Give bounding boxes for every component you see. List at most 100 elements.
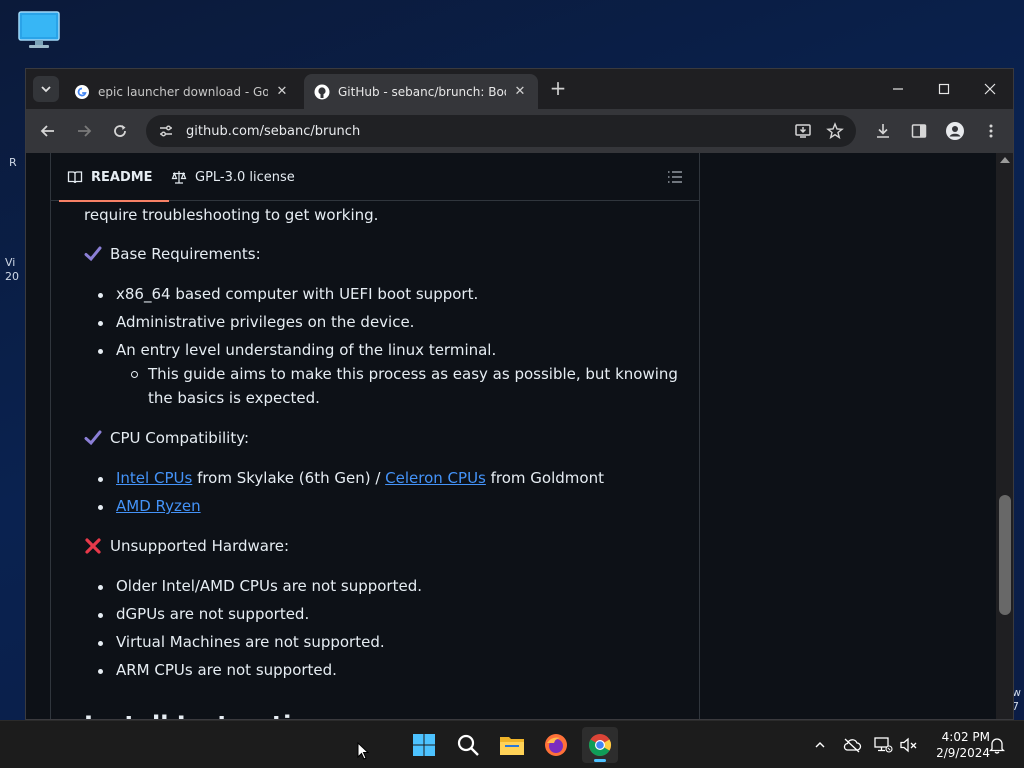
github-icon xyxy=(314,84,330,99)
close-window-button[interactable] xyxy=(967,75,1013,103)
notifications-button[interactable] xyxy=(987,735,1007,755)
chevron-up-icon xyxy=(815,742,825,748)
list-item: x86_64 based computer with UEFI boot sup… xyxy=(97,285,479,303)
site-info-icon[interactable] xyxy=(156,123,176,139)
onedrive-tray-button[interactable] xyxy=(842,735,862,755)
search-button[interactable] xyxy=(450,727,486,763)
more-vertical-icon xyxy=(989,124,993,138)
scrollbar-thumb[interactable] xyxy=(999,495,1011,615)
install-instructions-heading: Install Instructions xyxy=(84,711,339,719)
volume-tray-button[interactable] xyxy=(899,735,919,755)
tab-readme[interactable]: README xyxy=(59,153,169,202)
page-viewport: README GPL-3.0 license require troublesh… xyxy=(26,153,996,719)
active-app-indicator xyxy=(594,759,606,762)
page-scrollbar[interactable] xyxy=(996,153,1013,719)
list-item: ARM CPUs are not supported. xyxy=(98,661,337,679)
bookmark-button[interactable] xyxy=(822,118,848,144)
search-icon xyxy=(457,734,479,756)
reload-icon xyxy=(114,125,126,137)
minimize-icon xyxy=(893,88,903,90)
network-icon xyxy=(874,737,893,753)
list-item-text: from Goldmont xyxy=(485,469,604,487)
paragraph: require troubleshooting to get working. xyxy=(84,206,379,224)
minimize-button[interactable] xyxy=(875,75,921,103)
forward-button[interactable] xyxy=(71,118,97,144)
network-tray-button[interactable] xyxy=(873,735,893,755)
google-icon xyxy=(75,84,89,99)
check-mark-icon xyxy=(84,245,106,263)
intel-cpus-link[interactable]: Intel CPUs xyxy=(116,469,192,487)
show-hidden-icons-button[interactable] xyxy=(810,735,830,755)
heading-text: Unsupported Hardware: xyxy=(110,537,290,555)
list-item: An entry level understanding of the linu… xyxy=(97,341,497,359)
address-bar[interactable] xyxy=(146,115,856,147)
sub-list-item: This guide aims to make this process as … xyxy=(131,362,688,410)
this-pc-desktop-icon[interactable] xyxy=(18,10,60,50)
tab-search-button[interactable] xyxy=(33,76,59,102)
new-tab-button[interactable]: + xyxy=(546,77,570,101)
tab-readme-label: README xyxy=(91,169,153,185)
outline-button[interactable] xyxy=(665,167,685,187)
base-requirements-heading: Base Requirements: xyxy=(84,245,261,263)
chrome-icon xyxy=(589,734,611,756)
readme-container: README GPL-3.0 license require troublesh… xyxy=(50,153,700,719)
heading-text: CPU Compatibility: xyxy=(110,429,250,447)
cloud-offline-icon xyxy=(843,738,862,753)
list-item: Virtual Machines are not supported. xyxy=(98,633,385,651)
profile-button[interactable] xyxy=(942,118,968,144)
maximize-icon xyxy=(938,83,950,95)
volume-muted-icon xyxy=(900,737,917,753)
tab-github-brunch[interactable]: GitHub - sebanc/brunch: Boot C ✕ xyxy=(304,74,538,109)
clock-time: 4:02 PM xyxy=(941,730,990,744)
list-item: dGPUs are not supported. xyxy=(97,605,310,623)
list-item: Intel CPUs from Skylake (6th Gen) / Cele… xyxy=(98,469,604,487)
tab-google-search[interactable]: epic launcher download - Goog ✕ xyxy=(64,74,300,109)
side-panel-icon xyxy=(911,124,927,138)
list-item: Older Intel/AMD CPUs are not supported. xyxy=(98,577,422,595)
desktop-icon-label-fragment: 20 xyxy=(5,270,19,283)
browser-toolbar xyxy=(26,109,1013,153)
avatar xyxy=(946,122,964,140)
chevron-down-icon xyxy=(41,86,51,93)
readme-header: README GPL-3.0 license xyxy=(51,153,699,202)
firefox-button[interactable] xyxy=(538,727,574,763)
side-panel-button[interactable] xyxy=(906,118,932,144)
mouse-cursor-icon xyxy=(357,742,369,760)
chrome-button[interactable] xyxy=(582,727,618,763)
bell-icon xyxy=(989,738,1005,754)
scroll-up-arrow-icon[interactable] xyxy=(1000,157,1010,163)
list-item-text: from Skylake (6th Gen) / xyxy=(192,469,386,487)
heading-text: Base Requirements: xyxy=(110,245,261,263)
star-icon xyxy=(826,122,844,140)
back-button[interactable] xyxy=(35,118,61,144)
amd-ryzen-link[interactable]: AMD Ryzen xyxy=(116,497,201,515)
tab-license[interactable]: GPL-3.0 license xyxy=(171,153,295,201)
close-icon[interactable]: ✕ xyxy=(274,84,290,99)
download-icon xyxy=(877,124,889,138)
tab-strip: epic launcher download - Goog ✕ GitHub -… xyxy=(26,69,1013,109)
firefox-icon xyxy=(545,734,567,756)
book-icon xyxy=(67,169,83,185)
url-input[interactable] xyxy=(186,123,746,139)
install-app-icon xyxy=(795,124,811,138)
maximize-button[interactable] xyxy=(921,75,967,103)
reload-button[interactable] xyxy=(107,118,133,144)
file-explorer-button[interactable] xyxy=(494,727,530,763)
list-icon xyxy=(668,171,682,183)
start-button[interactable] xyxy=(406,727,442,763)
tab-license-label: GPL-3.0 license xyxy=(195,169,295,185)
folder-icon xyxy=(500,737,524,755)
celeron-cpus-link[interactable]: Celeron CPUs xyxy=(385,469,486,487)
close-icon[interactable]: ✕ xyxy=(512,84,528,99)
check-mark-icon xyxy=(84,429,106,447)
install-app-button[interactable] xyxy=(790,118,816,144)
cross-mark-icon xyxy=(84,537,106,555)
windows-logo-icon xyxy=(413,734,435,756)
scale-icon xyxy=(171,169,187,185)
browser-menu-button[interactable] xyxy=(978,118,1004,144)
desktop-icon-label-fragment: R xyxy=(9,156,17,169)
taskbar-clock[interactable]: 4:02 PM 2/9/2024 xyxy=(924,729,990,761)
clock-date: 2/9/2024 xyxy=(936,746,990,760)
taskbar: 4:02 PM 2/9/2024 xyxy=(0,720,1024,768)
downloads-button[interactable] xyxy=(870,118,896,144)
